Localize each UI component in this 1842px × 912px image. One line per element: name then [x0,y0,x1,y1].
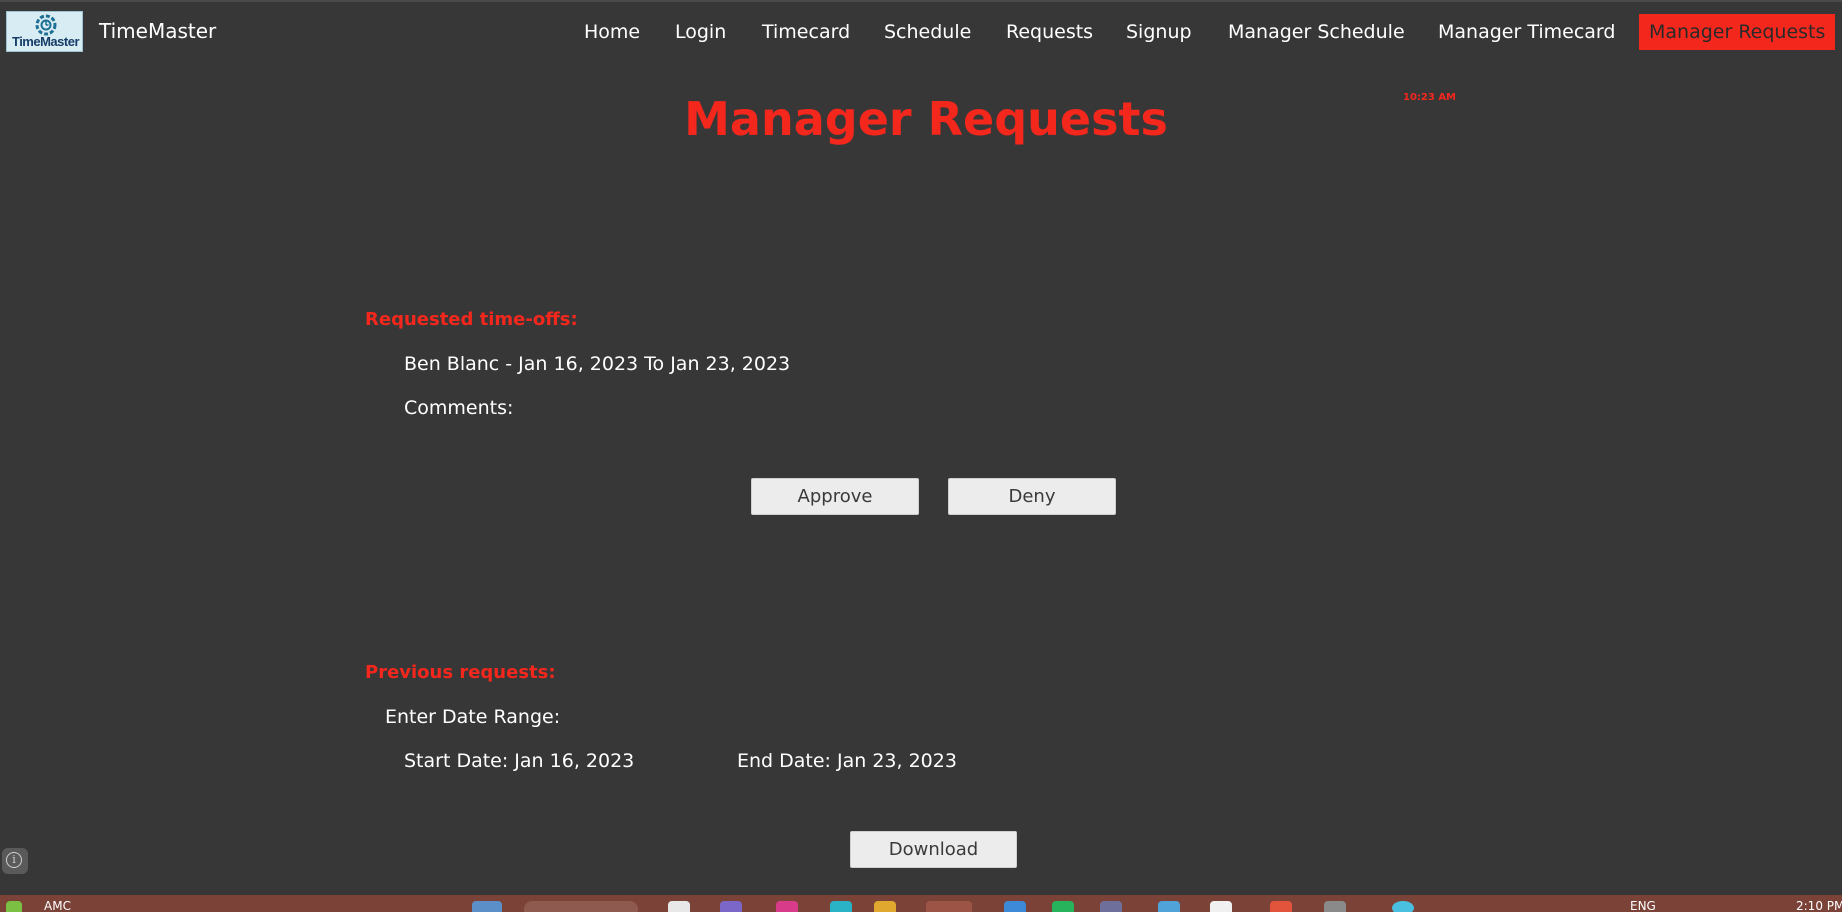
taskbar-time[interactable]: 2:10 PM [1796,899,1842,912]
nav-item-home[interactable]: Home [584,14,640,50]
widgets-icon[interactable] [6,901,22,912]
info-icon[interactable]: i [2,848,28,874]
app-icon-11[interactable] [1270,901,1292,912]
nav-item-schedule[interactable]: Schedule [884,14,971,50]
app-icon-1[interactable] [668,901,690,912]
app-icon-13[interactable] [1392,901,1414,912]
taskview-icon[interactable] [472,901,502,912]
info-glyph: i [6,852,22,868]
logo-text: TimeMaster [11,34,80,49]
nav-item-timecard[interactable]: Timecard [762,14,850,50]
page-title: Manager Requests [684,92,1168,146]
app-icon-6[interactable] [1004,901,1026,912]
app-icon-3[interactable] [776,901,798,912]
taskbar-lang[interactable]: ENG [1630,899,1656,912]
timemaster-logo-icon [35,14,57,36]
request-entry: Ben Blanc - Jan 16, 2023 To Jan 23, 2023 [404,353,791,375]
comments-label: Comments: [404,397,514,419]
taskbar: AMC ENG 2:10 PM [0,895,1842,912]
browser-active-icon[interactable] [926,901,972,912]
app-icon-2[interactable] [720,901,742,912]
end-date[interactable]: End Date: Jan 23, 2023 [737,750,957,772]
app-icon-10[interactable] [1210,901,1232,912]
nav-item-manager-timecard[interactable]: Manager Timecard [1438,14,1615,50]
requested-heading: Requested time-offs: [365,309,578,330]
nav-item-login[interactable]: Login [675,14,726,50]
search-box[interactable] [524,901,638,912]
deny-button[interactable]: Deny [948,478,1116,515]
download-button[interactable]: Download [850,831,1017,868]
nav-item-manager-requests[interactable]: Manager Requests [1639,14,1836,50]
app-icon-12[interactable] [1324,901,1346,912]
nav-item-requests[interactable]: Requests [1006,14,1093,50]
date-range-label: Enter Date Range: [385,706,561,728]
logo[interactable]: TimeMaster [6,11,83,52]
navbar: TimeMaster TimeMaster Home Login Timecar… [0,2,1842,58]
page: TimeMaster TimeMaster Home Login Timecar… [0,0,1842,912]
nav-item-signup[interactable]: Signup [1126,14,1192,50]
app-icon-9[interactable] [1158,901,1180,912]
app-icon-5[interactable] [874,901,896,912]
taskbar-left-text: AMC [44,899,71,912]
app-icon-7[interactable] [1052,901,1074,912]
app-icon-8[interactable] [1100,901,1122,912]
nav-item-manager-schedule[interactable]: Manager Schedule [1228,14,1405,50]
brand-name[interactable]: TimeMaster [99,19,216,43]
start-date[interactable]: Start Date: Jan 16, 2023 [404,750,634,772]
approve-button[interactable]: Approve [751,478,919,515]
previous-heading: Previous requests: [365,662,556,683]
app-icon-4[interactable] [830,901,852,912]
